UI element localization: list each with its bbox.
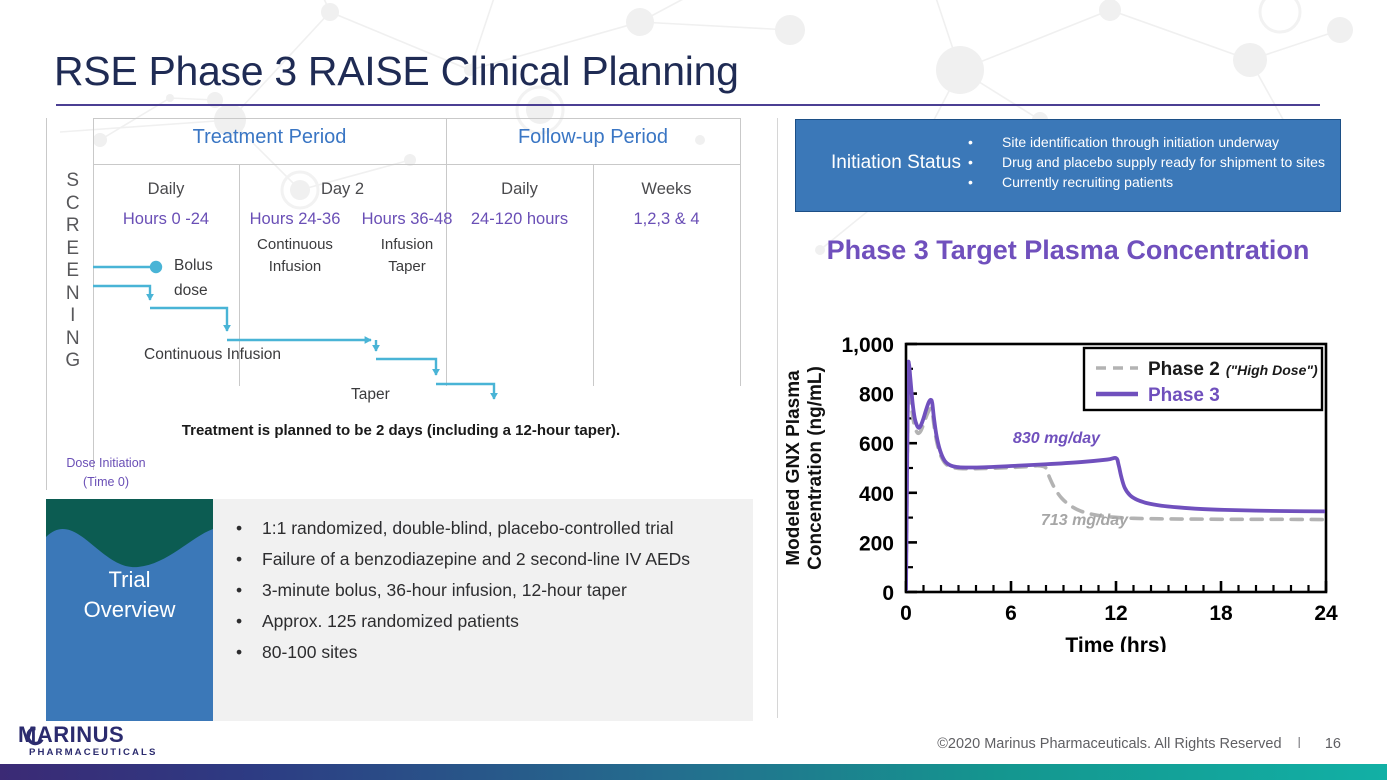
list-item-text: 80-100 sites [262,642,358,662]
list-item: • Site identification through initiation… [968,132,1328,152]
list-item: • 1:1 randomized, double-blind, placebo-… [236,516,741,541]
list-item: • 80-100 sites [236,640,741,665]
trial-overview-badge: Trial Overview [46,499,213,721]
chart-ytick-label: 800 [859,384,894,407]
trial-badge-line1: Trial [108,567,151,592]
bullet-glyph: • [236,642,243,662]
bullet-glyph: • [236,549,243,569]
title-underline [56,104,1320,106]
list-item: • Approx. 125 randomized patients [236,609,741,634]
initiation-status-bullet-list: • Site identification through initiation… [968,132,1328,192]
chart-ylabel: Modeled GNX Plasma Concentration (ng/mL) [786,366,826,570]
chart-title: Phase 3 Target Plasma Concentration [826,235,1310,265]
trial-badge-line2: Overview [83,597,176,622]
trial-overview-panel: Trial Overview • 1:1 randomized, double-… [46,499,753,721]
chart-ytick-label: 400 [859,483,894,506]
taper-label: Taper [351,386,390,403]
chart-annotation: 830 mg/day [1013,430,1101,447]
page-number: 16 [1324,736,1341,752]
trial-overview-bullet-list: • 1:1 randomized, double-blind, placebo-… [236,516,741,671]
dose-initiation-label: Dose Initiation (Time 0) [46,454,166,492]
list-item-text: 1:1 randomized, double-blind, placebo-co… [262,518,674,538]
bullet-glyph: • [968,134,973,150]
chart-legend-label: Phase 3 [1148,385,1220,406]
bullet-glyph: • [968,174,973,190]
bullet-glyph: • [236,611,243,631]
bottom-gradient-bar [0,764,1387,780]
treatment-note: Treatment is planned to be 2 days (inclu… [181,422,621,439]
chart-legend: Phase 2 ("High Dose") Phase 3 [1082,346,1324,412]
chart-xlabel: Time (hrs) [1065,634,1166,652]
footer-separator: l [1297,736,1301,752]
chart-series-line [907,380,1325,591]
initiation-status-title: Initiation Status [831,152,961,173]
chart-legend-label: Phase 2 ("High Dose") [1148,359,1318,380]
footer: ©2020 Marinus Pharmaceuticals. All Right… [937,736,1341,752]
logo-subtext: PHARMACEUTICALS [29,747,158,758]
chart-ytick-label: 1,000 [841,334,894,357]
plasma-concentration-chart: Modeled GNX Plasma Concentration (ng/mL) 0… [786,322,1341,652]
chart-ytick-label: 600 [859,433,894,456]
footer-copyright: ©2020 Marinus Pharmaceuticals. All Right… [937,736,1282,752]
chart-xtick-label: 24 [1314,602,1338,625]
svg-text:Modeled GNX Plasma: Modeled GNX Plasma [786,370,804,566]
chart-xtick-label: 0 [900,602,912,625]
list-item: • Failure of a benzodiazepine and 2 seco… [236,547,741,572]
list-item-text: Drug and placebo supply ready for shipme… [1002,154,1325,170]
chart-ytick-label: 0 [882,582,894,605]
chart-annotation: 713 mg/day [1041,512,1129,529]
chart-xtick-label: 12 [1104,602,1127,625]
list-item-text: Failure of a benzodiazepine and 2 second… [262,549,691,569]
bolus-dose-label: dose [174,282,208,299]
bullet-glyph: • [968,154,973,170]
list-item: • 3-minute bolus, 36-hour infusion, 12-h… [236,578,741,603]
page-title: RSE Phase 3 RAISE Clinical Planning [54,48,739,94]
initiation-status-panel: Initiation Status • Site identification … [795,119,1341,212]
svg-text:Concentration (ng/mL): Concentration (ng/mL) [805,366,826,570]
list-item-text: Approx. 125 randomized patients [262,611,519,631]
list-item-text: 3-minute bolus, 36-hour infusion, 12-hou… [262,580,627,600]
chart-ytick-label: 200 [859,532,894,555]
chart-xtick-label: 6 [1005,602,1017,625]
trial-overview-title: Trial Overview [46,565,213,625]
bullet-glyph: • [236,518,243,538]
list-item: • Drug and placebo supply ready for ship… [968,152,1328,172]
list-item-text: Currently recruiting patients [1002,174,1174,190]
chart-xtick-label: 18 [1209,602,1233,625]
dose-initiation-line1: Dose Initiation [66,456,146,470]
column-divider [777,118,778,718]
continuous-infusion-label: Continuous Infusion [144,346,282,363]
bolus-label: Bolus [174,257,213,274]
list-item-text: Site identification through initiation u… [1002,134,1280,150]
bullet-glyph: • [236,580,243,600]
list-item: • Currently recruiting patients [968,172,1328,192]
dose-initiation-line2: (Time 0) [82,475,130,489]
chart-svg: Modeled GNX Plasma Concentration (ng/mL) 0… [786,334,1338,652]
bolus-dot [149,260,163,274]
marinus-logo: MARINUS PHARMACEUTICALS [18,722,158,758]
